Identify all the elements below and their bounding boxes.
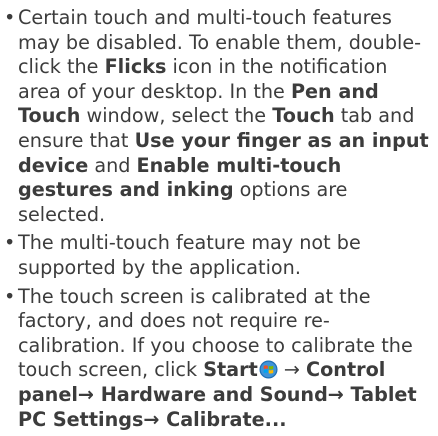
- bold-flicks: Flicks: [104, 55, 167, 79]
- windows-start-orb-icon: [259, 360, 278, 379]
- text-segment: →: [277, 358, 307, 382]
- bullet-enable-touch: Certain touch and multi-touch features m…: [4, 6, 436, 227]
- bold-start: Start: [203, 358, 258, 382]
- text-segment: The multi-touch feature may not be suppo…: [18, 231, 361, 279]
- bullet-calibration: The touch screen is calibrated at the fa…: [4, 285, 436, 433]
- bullet-list: Certain touch and multi-touch features m…: [4, 6, 436, 436]
- text-segment: window, select the: [80, 104, 273, 128]
- bold-touch: Touch: [272, 104, 335, 128]
- text-segment: and: [88, 153, 137, 177]
- bullet-multitouch-support: The multi-touch feature may not be suppo…: [4, 231, 436, 280]
